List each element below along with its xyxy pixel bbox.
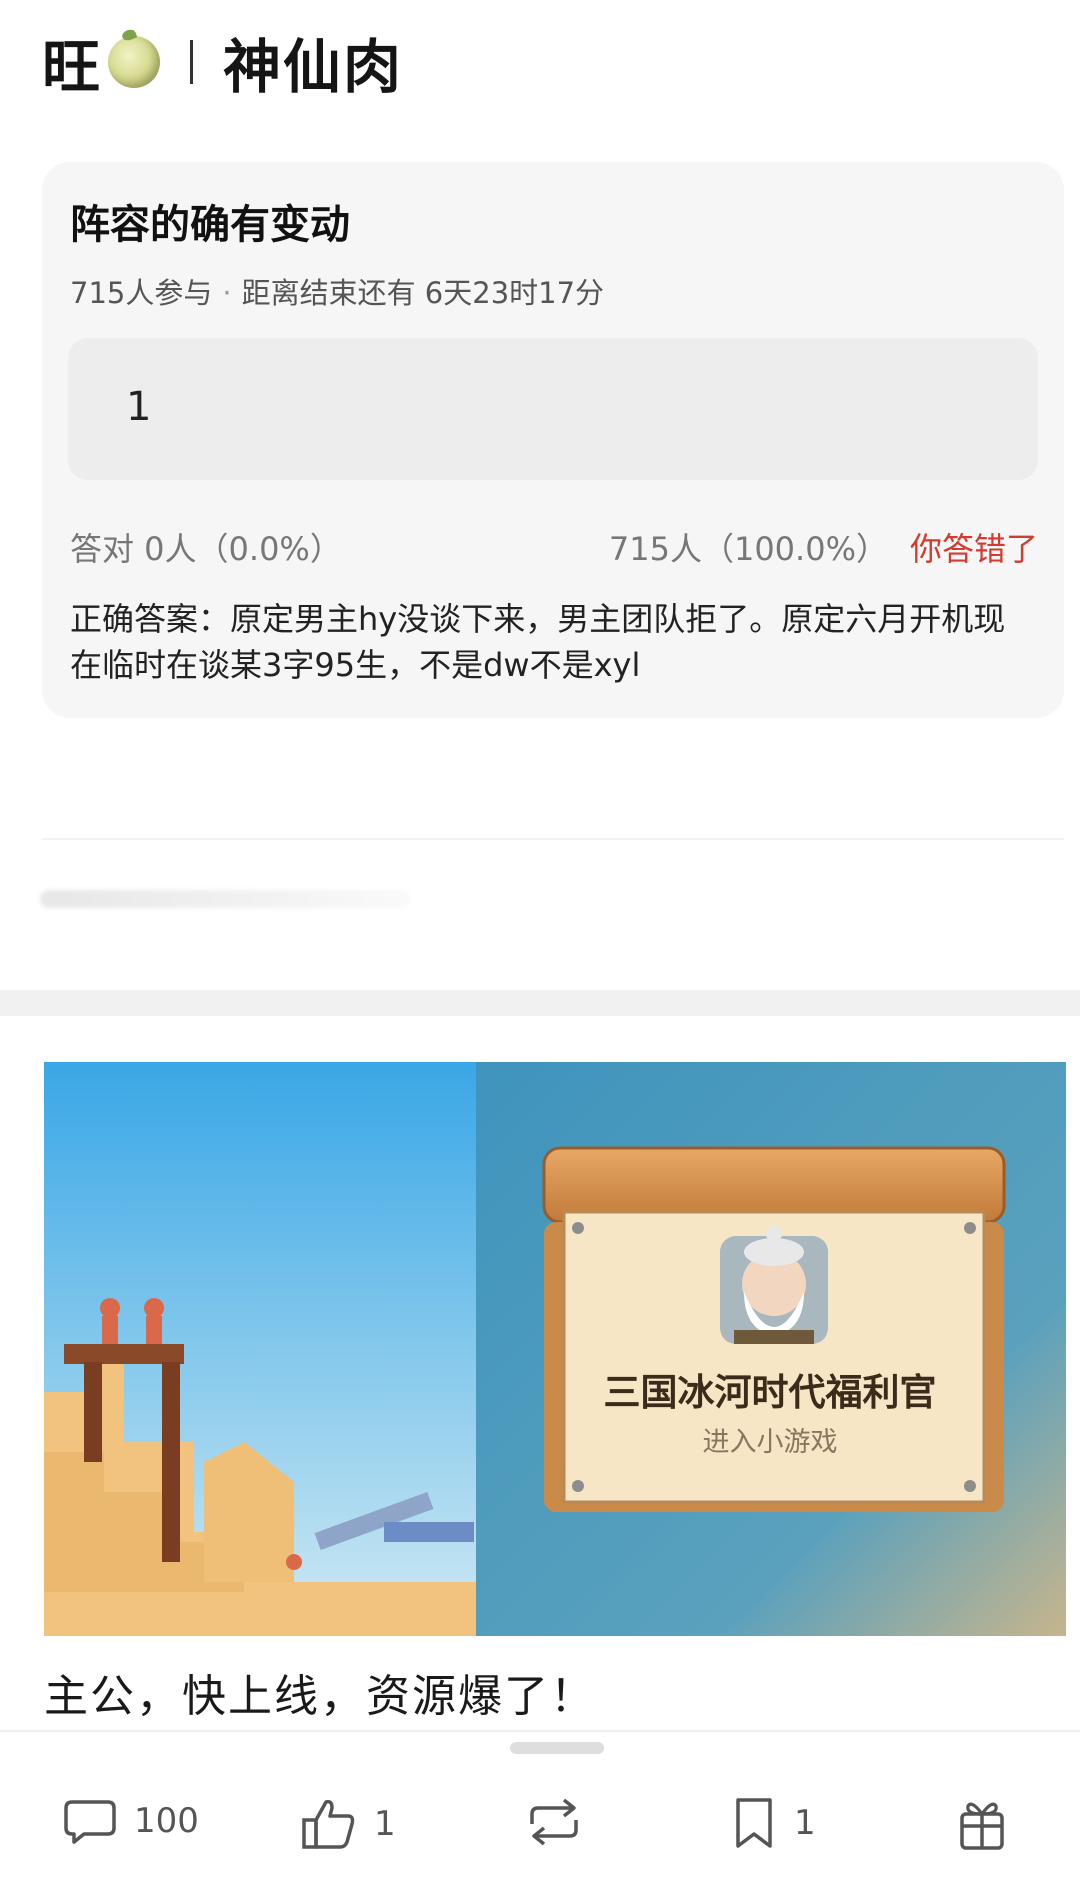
gift-icon: [960, 1802, 1004, 1850]
deadline-text: 距离结束还有 6天23时17分: [241, 276, 605, 310]
ad-banner-image[interactable]: [44, 1062, 1066, 1636]
action-bar: 100 1 1: [0, 1760, 1080, 1880]
melon-icon: [108, 36, 161, 88]
comment-button[interactable]: 100: [62, 1796, 199, 1846]
blurred-placeholder: [40, 890, 410, 908]
section-separator: [0, 990, 1080, 1016]
bookmark-count: 1: [794, 1803, 816, 1843]
bookmark-icon: [736, 1798, 772, 1848]
ad-sign-subtitle[interactable]: 进入小游戏: [560, 1420, 980, 1459]
repost-button[interactable]: [522, 1796, 586, 1848]
gift-button[interactable]: [956, 1796, 1008, 1852]
correct-stats: 答对 0人（0.0%）: [70, 530, 342, 568]
author-name-prefix[interactable]: 旺: [42, 20, 102, 104]
author-name[interactable]: 神仙肉: [223, 20, 403, 104]
user-answer: 1: [126, 384, 152, 430]
ad-sign-title: 三国冰河时代福利官: [603, 1371, 937, 1414]
like-button[interactable]: 1: [300, 1796, 396, 1852]
ad-caption[interactable]: 主公，快上线，资源爆了！: [44, 1660, 596, 1724]
post-header: 旺 神仙肉: [42, 22, 403, 102]
verdict-label: 你答错了: [909, 530, 1038, 568]
comment-count: 100: [134, 1801, 199, 1841]
participant-count: 715人参与: [70, 276, 213, 310]
quiz-title: 阵容的确有变动: [70, 202, 350, 248]
repost-icon: [530, 1798, 578, 1846]
bookmark-button[interactable]: 1: [730, 1796, 816, 1850]
result-stats: 715人（100.0%） 你答错了: [609, 524, 1038, 570]
quiz-card: 阵容的确有变动 715人参与 · 距离结束还有 6天23时17分 1 答对 0人（0…: [42, 162, 1064, 718]
wrong-stats: 715人（100.0%）: [608, 530, 888, 568]
header-divider: [190, 40, 194, 84]
action-bar-divider: [0, 1730, 1080, 1732]
comment-icon: [64, 1800, 116, 1844]
like-count: 1: [374, 1804, 396, 1844]
correct-answer-text: 正确答案：原定男主hy没谈下来，男主团队拒了。原定六月开机现在临时在谈某3字95…: [70, 600, 1006, 684]
user-answer-box: 1: [68, 338, 1038, 480]
divider-line: [42, 838, 1064, 840]
thumbs-up-icon: [302, 1799, 355, 1849]
scroll-handle[interactable]: [510, 1742, 604, 1754]
quiz-meta: 715人参与 · 距离结束还有 6天23时17分: [70, 276, 605, 310]
